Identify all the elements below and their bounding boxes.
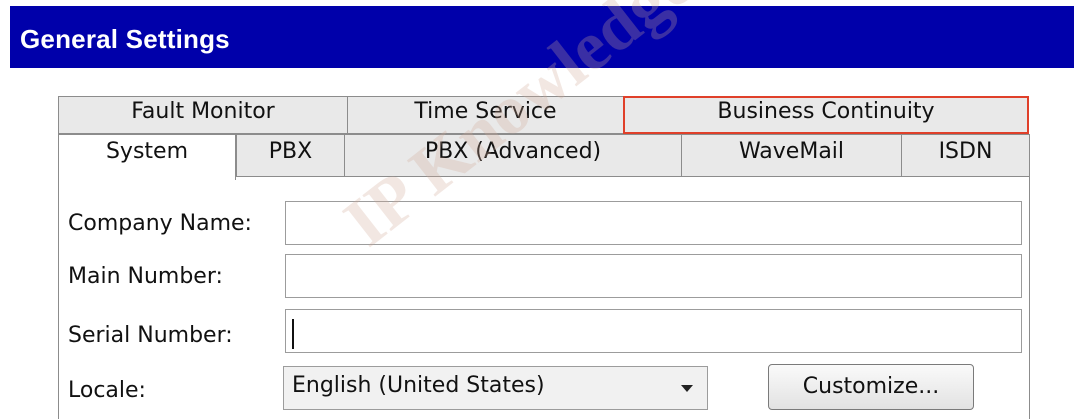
- tab-fault-monitor[interactable]: Fault Monitor: [58, 96, 348, 134]
- tab-label: PBX (Advanced): [424, 139, 602, 164]
- serial-number-label: Serial Number:: [68, 323, 233, 348]
- locale-select[interactable]: English (United States): [283, 366, 708, 410]
- tab-pbx[interactable]: PBX: [236, 134, 345, 177]
- tab-label: Time Service: [414, 99, 557, 124]
- tab-label: WaveMail: [738, 139, 845, 164]
- locale-value: English (United States): [292, 373, 545, 398]
- company-name-field[interactable]: [285, 201, 1022, 245]
- tab-label: Fault Monitor: [131, 99, 275, 124]
- tab-label: Business Continuity: [717, 99, 935, 124]
- tab-isdn[interactable]: ISDN: [901, 134, 1030, 177]
- serial-number-field[interactable]: [285, 309, 1022, 353]
- locale-label: Locale:: [68, 378, 146, 403]
- company-name-label: Company Name:: [68, 211, 252, 236]
- tab-label: PBX: [268, 139, 313, 164]
- main-number-field[interactable]: [285, 254, 1022, 298]
- tab-system[interactable]: System: [58, 134, 236, 180]
- title-bar: General Settings: [10, 6, 1074, 68]
- window-title: General Settings: [20, 24, 230, 54]
- text-cursor: [292, 319, 294, 349]
- tab-time-service[interactable]: Time Service: [347, 96, 624, 134]
- tab-business-continuity[interactable]: Business Continuity: [623, 96, 1029, 134]
- tab-wavemail[interactable]: WaveMail: [681, 134, 902, 177]
- dropdown-arrow-icon: [681, 385, 693, 392]
- tab-label: ISDN: [938, 139, 993, 164]
- customize-button[interactable]: Customize...: [768, 364, 974, 410]
- tab-pbx-advanced[interactable]: PBX (Advanced): [344, 134, 682, 177]
- main-number-label: Main Number:: [68, 264, 223, 289]
- tab-label: System: [105, 139, 189, 164]
